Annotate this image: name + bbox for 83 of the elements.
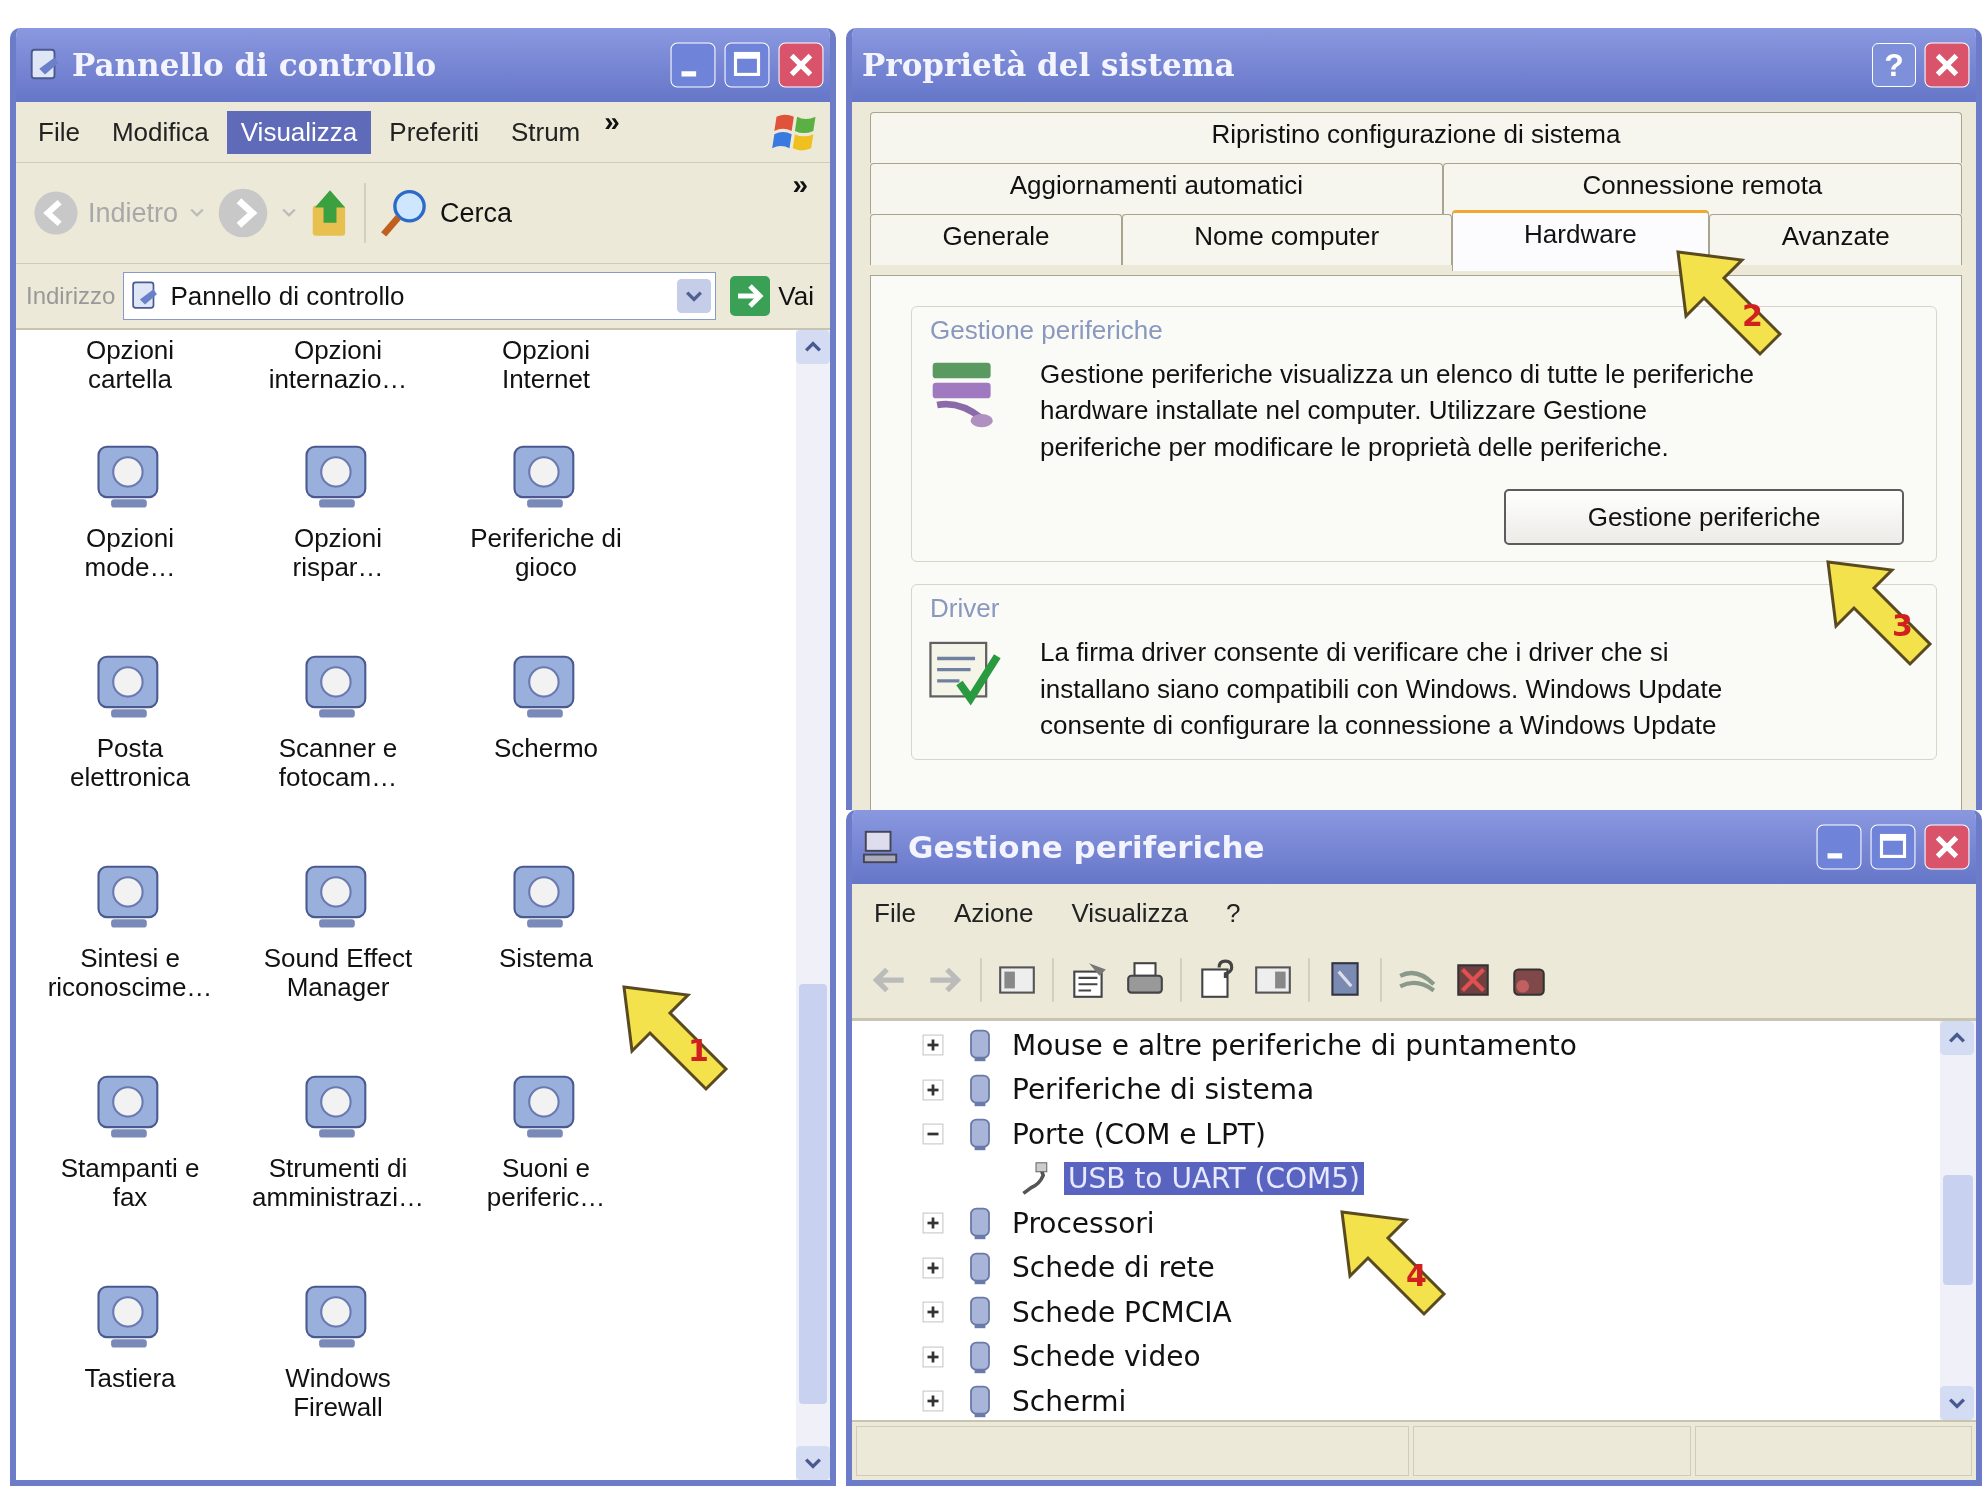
minimize-button[interactable] — [670, 42, 716, 88]
tab[interactable]: Connessione remota — [1442, 163, 1962, 214]
expander-icon[interactable] — [922, 1345, 944, 1368]
scroll-thumb[interactable] — [1943, 1175, 1973, 1285]
tab[interactable]: Generale — [870, 214, 1122, 265]
applet-label[interactable]: Tastiera — [84, 1364, 176, 1394]
expander-icon[interactable] — [922, 1390, 944, 1413]
close-button[interactable] — [778, 42, 824, 88]
menu-item[interactable]: Visualizza — [226, 110, 372, 154]
close-button[interactable] — [1924, 42, 1970, 88]
applet-label[interactable]: Suoni e periferic… — [486, 1154, 606, 1213]
applet-label[interactable]: Periferiche di gioco — [470, 524, 622, 583]
window-title: Proprietà del sistema — [862, 47, 1235, 83]
tree-item[interactable]: Periferiche di sistema — [1008, 1073, 1319, 1107]
maximize-button[interactable] — [1870, 824, 1916, 870]
tree-item[interactable]: Porte (COM e LPT) — [1008, 1117, 1270, 1151]
applet-label[interactable]: Stampanti e fax — [60, 1154, 200, 1213]
applet-label[interactable]: Sistema — [499, 944, 593, 974]
address-label: Indirizzo — [26, 282, 116, 310]
menu-item[interactable]: Azione — [939, 891, 1048, 935]
tree-item[interactable]: Schede di rete — [1008, 1251, 1219, 1285]
search-button[interactable]: Cerca — [378, 186, 513, 240]
dropdown-button[interactable] — [677, 279, 712, 313]
tree-item[interactable]: Mouse e altre periferiche di puntamento — [1008, 1028, 1581, 1062]
applet-label[interactable]: Windows Firewall — [285, 1364, 391, 1423]
applet-label[interactable]: Sound Effect Manager — [263, 944, 413, 1003]
maximize-button[interactable] — [724, 42, 770, 88]
expander-icon[interactable] — [922, 1123, 944, 1146]
description-text: La firma driver consente di verificare che i driver che si installano siano compatibili con Windows. Windows Update consente di configurare la connessione a Windows Update — [1040, 636, 1723, 742]
menu-item[interactable]: Visualizza — [1057, 891, 1202, 935]
menu-item[interactable]: Preferiti — [375, 110, 493, 154]
expander-icon[interactable] — [922, 1256, 944, 1279]
tab[interactable]: Ripristino configurazione di sistema — [870, 112, 1962, 163]
applet-label[interactable]: Opzioni internazio… — [268, 336, 408, 395]
tab[interactable]: Aggiornamenti automatici — [870, 163, 1443, 214]
tab[interactable]: Nome computer — [1121, 214, 1452, 265]
scroll-down-button[interactable] — [796, 1446, 830, 1480]
applet-label[interactable]: Opzioni rispar… — [292, 524, 384, 583]
address-field[interactable]: Pannello di controllo — [123, 272, 717, 320]
minimize-button[interactable] — [1816, 824, 1862, 870]
expander-icon[interactable] — [922, 1212, 944, 1235]
expander-icon[interactable] — [922, 1301, 944, 1324]
window-title: Pannello di controllo — [72, 47, 437, 83]
close-button[interactable] — [1924, 824, 1970, 870]
tree-item[interactable]: USB to UART (COM5) — [1064, 1162, 1364, 1196]
applet-label[interactable]: Strumenti di amministrazi… — [252, 1154, 424, 1213]
applet-label[interactable]: Opzioni Internet — [501, 336, 591, 395]
more-menus-chevron[interactable]: » — [598, 106, 626, 138]
callout-number: 1 — [688, 1033, 709, 1068]
scrollbar[interactable] — [1940, 1021, 1976, 1420]
applet-label[interactable]: Opzioni cartella — [85, 336, 175, 395]
window-title: Gestione periferiche — [908, 829, 1265, 865]
applet-label[interactable]: Posta elettronica — [70, 734, 190, 793]
callout-number: 2 — [1742, 298, 1763, 333]
menu-item[interactable]: Strum — [496, 110, 595, 154]
expander-icon[interactable] — [922, 1078, 944, 1101]
scrollbar[interactable] — [796, 330, 830, 1480]
go-button[interactable]: Vai — [724, 276, 820, 316]
applet-label[interactable]: Schermo — [493, 734, 598, 764]
device-manager-button[interactable]: Gestione periferiche — [1504, 489, 1904, 546]
tree-item[interactable]: Processori — [1008, 1206, 1159, 1240]
more-toolbar-chevron[interactable]: » — [786, 169, 814, 201]
computer-icon — [862, 828, 900, 866]
scroll-down-button[interactable] — [1940, 1386, 1974, 1420]
menu-item[interactable]: ? — [1212, 891, 1255, 935]
tab[interactable]: Avanzate — [1709, 214, 1963, 265]
callout-number: 4 — [1406, 1258, 1427, 1293]
scroll-up-button[interactable] — [796, 330, 830, 364]
applet-label[interactable]: Scanner e fotocam… — [278, 734, 398, 793]
scroll-thumb[interactable] — [799, 984, 827, 1404]
expander-icon[interactable] — [922, 1034, 944, 1057]
scroll-up-button[interactable] — [1940, 1021, 1974, 1055]
menu-item[interactable]: File — [24, 110, 94, 154]
applet-label[interactable]: Sintesi e riconoscime… — [47, 944, 213, 1003]
tab[interactable]: Hardware — [1451, 210, 1710, 271]
applet-label[interactable]: Opzioni mode… — [84, 524, 176, 583]
callout-number: 3 — [1892, 608, 1913, 643]
tree-item[interactable]: Schede video — [1008, 1340, 1205, 1374]
menu-item[interactable]: File — [860, 891, 930, 935]
tree-item[interactable]: Schermi — [1008, 1384, 1131, 1418]
description-text: Gestione periferiche visualizza un elenco di tutte le periferiche hardware installate nel computer. Utilizzare Gestione periferiche per modificare le proprietà delle periferiche. — [1040, 358, 1754, 464]
menu-item[interactable]: Modifica — [97, 110, 223, 154]
tree-item[interactable]: Schede PCMCIA — [1008, 1295, 1236, 1329]
